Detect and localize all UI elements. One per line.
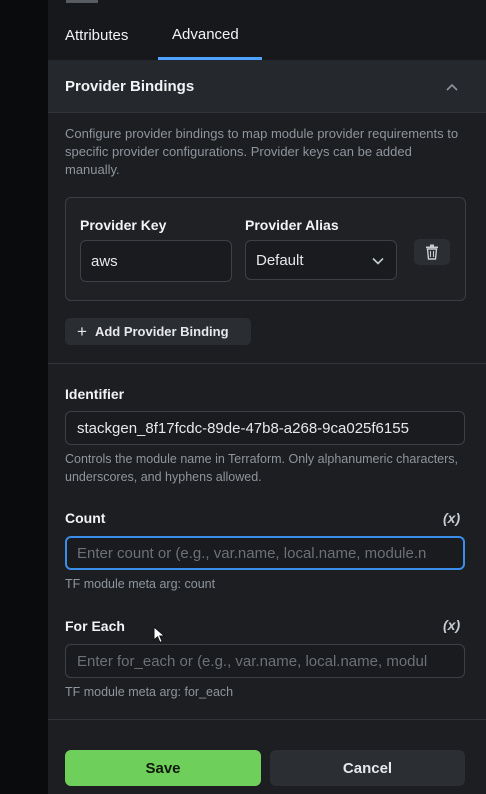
- chevron-down-icon: [372, 257, 384, 265]
- for-each-input[interactable]: Enter for_each or (e.g., var.name, local…: [65, 644, 465, 678]
- footer-divider: [48, 719, 486, 720]
- add-provider-binding-label: Add Provider Binding: [94, 324, 229, 339]
- properties-panel: Attributes Advanced Provider Bindings Co…: [48, 0, 486, 794]
- provider-alias-value: Default: [256, 252, 304, 269]
- left-strip: [0, 0, 48, 794]
- provider-key-input[interactable]: aws: [80, 240, 232, 282]
- identifier-input[interactable]: stackgen_8f17fcdc-89de-47b8-a268-9ca025f…: [65, 411, 465, 445]
- plus-icon: +: [77, 321, 87, 341]
- provider-key-label: Provider Key: [80, 217, 167, 233]
- tab-bar: Attributes Advanced: [48, 0, 486, 60]
- tab-attributes[interactable]: Attributes: [65, 27, 128, 44]
- add-provider-binding-button[interactable]: + Add Provider Binding: [65, 318, 251, 345]
- chevron-up-icon[interactable]: [445, 82, 459, 92]
- count-variable-button[interactable]: (x): [443, 510, 460, 526]
- section-title: Provider Bindings: [65, 78, 195, 95]
- provider-bindings-description: Configure provider bindings to map modul…: [65, 126, 459, 177]
- trash-icon: [426, 244, 438, 260]
- for-each-label: For Each: [65, 618, 125, 634]
- delete-binding-button[interactable]: [414, 239, 450, 265]
- provider-alias-select[interactable]: Default: [245, 240, 397, 280]
- section-divider: [48, 363, 486, 364]
- identifier-help: Controls the module name in Terraform. O…: [65, 452, 458, 484]
- count-label: Count: [65, 510, 106, 526]
- for-each-help: TF module meta arg: for_each: [65, 685, 234, 699]
- footer: Save Cancel: [48, 731, 486, 794]
- provider-bindings-header[interactable]: Provider Bindings: [48, 60, 486, 113]
- mouse-cursor-icon: [153, 626, 166, 644]
- count-input[interactable]: Enter count or (e.g., var.name, local.na…: [65, 536, 465, 570]
- cancel-button[interactable]: Cancel: [270, 750, 465, 786]
- provider-alias-label: Provider Alias: [245, 217, 339, 233]
- save-button[interactable]: Save: [65, 750, 261, 786]
- tab-advanced[interactable]: Advanced: [172, 26, 239, 43]
- provider-binding-row: Provider Key Provider Alias aws Default: [65, 197, 466, 301]
- for-each-variable-button[interactable]: (x): [443, 617, 460, 633]
- identifier-label: Identifier: [65, 386, 125, 402]
- top-accent: [66, 0, 98, 3]
- count-help: TF module meta arg: count: [65, 577, 216, 591]
